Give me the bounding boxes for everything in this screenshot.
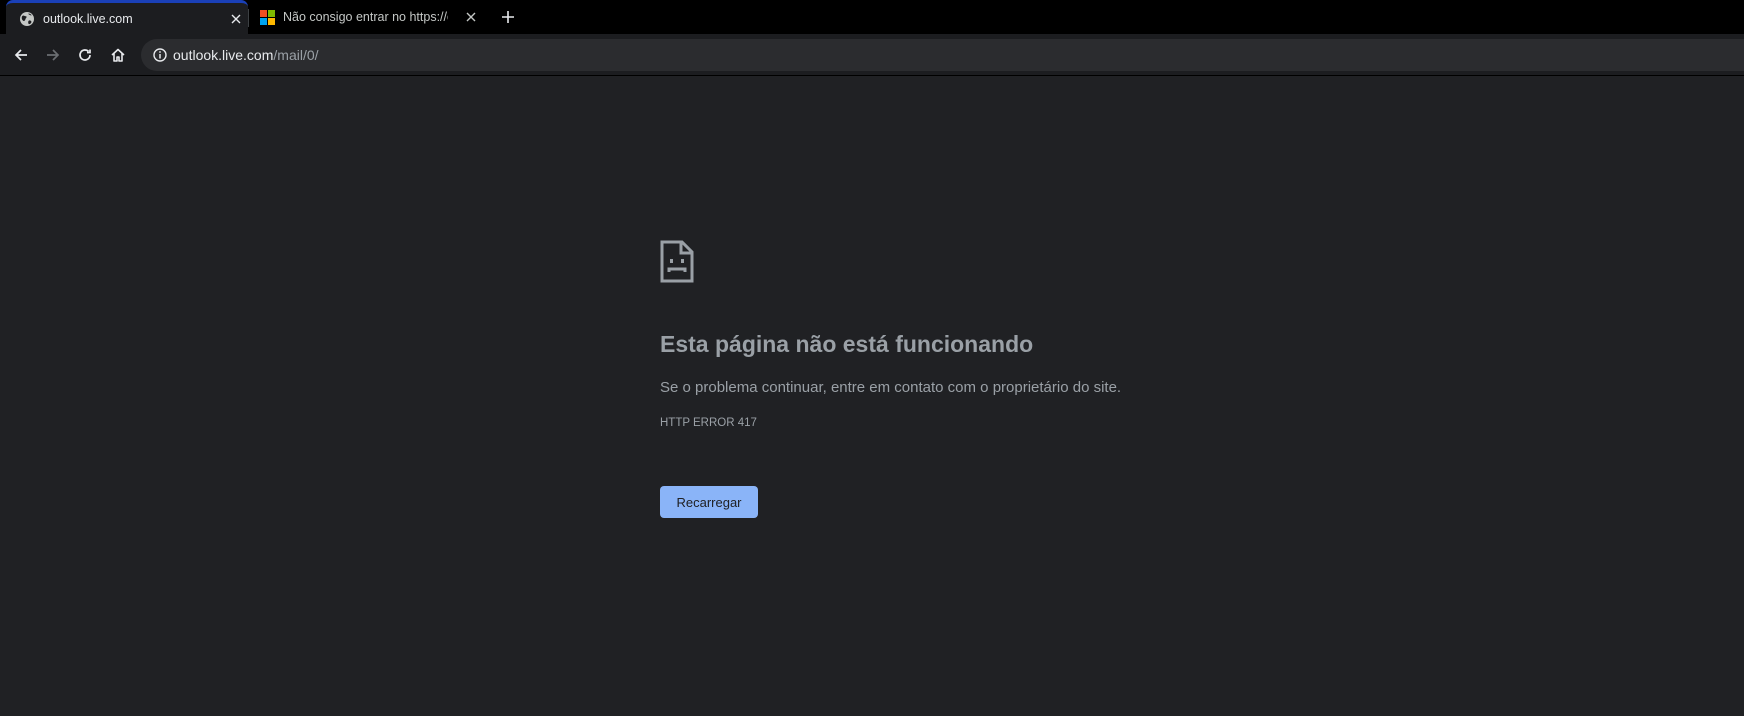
arrow-left-icon	[14, 49, 27, 61]
microsoft-logo-icon	[259, 9, 275, 25]
reload-page-button[interactable]: Recarregar	[660, 486, 758, 518]
sad-page-icon	[660, 240, 694, 283]
info-icon[interactable]	[152, 47, 168, 63]
plus-icon	[502, 11, 514, 23]
close-tab-icon[interactable]	[228, 11, 244, 27]
error-title: Esta página não está funcionando	[660, 331, 1034, 357]
home-button[interactable]	[108, 45, 128, 65]
arrow-right-icon	[47, 49, 60, 61]
url-host: outlook.live.com	[173, 47, 274, 63]
url-text[interactable]: outlook.live.com/mail/0/	[173, 47, 319, 63]
tab-title: Não consigo entrar no https://ou	[283, 10, 448, 24]
tab-outlook[interactable]: outlook.live.com	[6, 0, 248, 34]
tab-separator	[248, 9, 249, 27]
error-page: Esta página não está funcionando Se o pr…	[0, 77, 1744, 716]
reload-button[interactable]	[75, 45, 95, 65]
forward-button[interactable]	[43, 45, 63, 65]
home-icon	[111, 48, 125, 62]
browser-toolbar: outlook.live.com/mail/0/	[0, 34, 1744, 76]
close-tab-icon[interactable]	[463, 9, 479, 25]
tab-microsoft-community[interactable]: Não consigo entrar no https://ou	[250, 0, 482, 34]
globe-icon	[19, 11, 35, 27]
error-code: HTTP ERROR 417	[660, 417, 757, 429]
error-description: Se o problema continuar, entre em contat…	[660, 379, 1122, 396]
tab-strip: outlook.live.com Não consigo entrar no h…	[0, 0, 1744, 34]
url-path: /mail/0/	[273, 47, 319, 63]
address-bar[interactable]: outlook.live.com/mail/0/	[141, 39, 1744, 71]
back-button[interactable]	[11, 45, 31, 65]
refresh-icon	[79, 49, 91, 61]
tab-title: outlook.live.com	[43, 11, 133, 26]
new-tab-button[interactable]	[499, 8, 517, 26]
